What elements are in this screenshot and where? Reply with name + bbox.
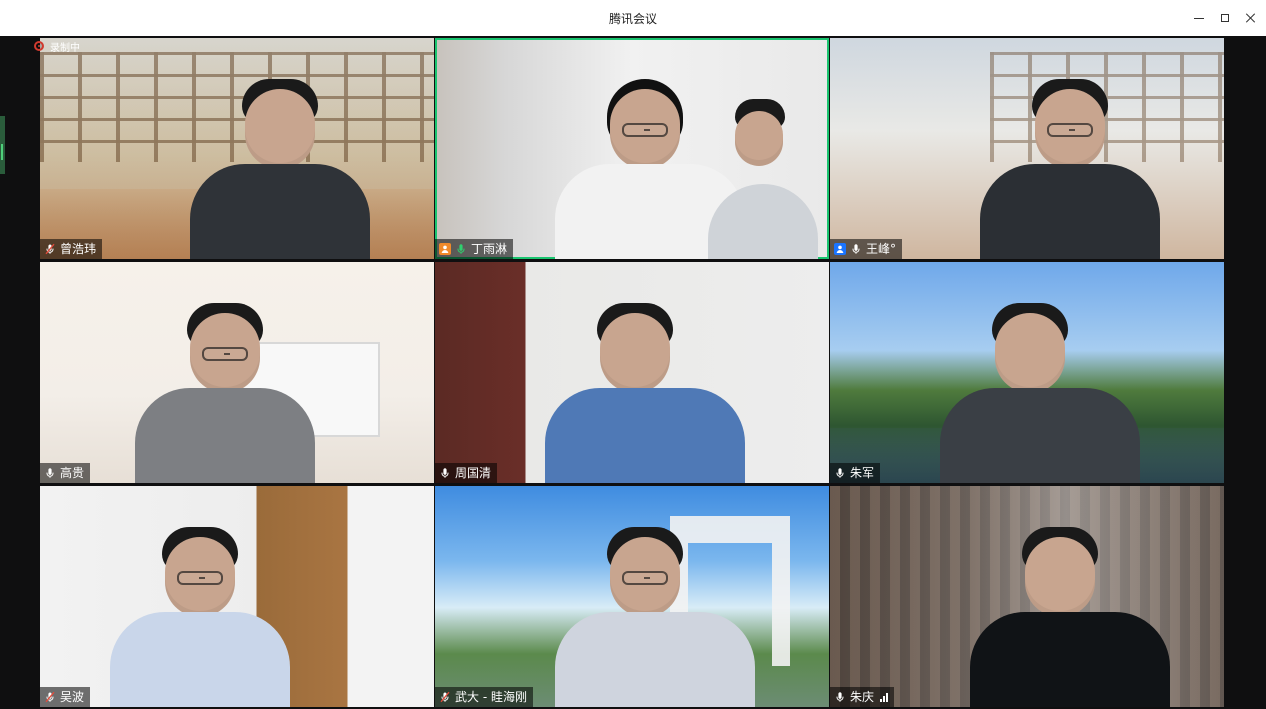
window-title: 腾讯会议 (608, 12, 657, 26)
glasses-icon (622, 123, 668, 137)
participant-video-tile[interactable]: 朱庆 (830, 486, 1224, 707)
participant-name: 朱庆 (850, 690, 875, 704)
glasses-icon (622, 571, 668, 585)
mic-icon (44, 467, 56, 479)
participant-video-tile[interactable]: 高贵 (40, 262, 434, 483)
head-shape (995, 313, 1065, 393)
host-badge-icon (834, 243, 846, 255)
mic-icon (834, 467, 846, 479)
body-shape (970, 612, 1170, 707)
participant-name-label: 吴波 (40, 687, 91, 707)
glasses-icon (1047, 123, 1093, 137)
participant-name-label: 武大 - 眭海刚 (435, 687, 533, 707)
mic-muted-icon (439, 691, 451, 703)
participant-name-label: 曾浩玮 (40, 239, 103, 259)
mic-active-icon (455, 243, 467, 255)
mic-muted-icon (44, 243, 56, 255)
minimize-button[interactable] (1186, 0, 1212, 36)
glasses-icon (177, 571, 223, 585)
participant-video-tile[interactable]: 吴波 (40, 486, 434, 707)
head-shape (600, 313, 670, 393)
participant-video-tile[interactable]: 周国清 (435, 262, 829, 483)
participant-video-tile[interactable]: 王峰° (830, 38, 1224, 259)
participant-name: 王峰° (866, 242, 897, 256)
participant-name: 朱军 (850, 466, 875, 480)
participant-video-tile[interactable]: 曾浩玮 (40, 38, 434, 259)
body-shape (940, 388, 1140, 483)
body-shape (980, 164, 1160, 259)
participant-name-label: 王峰° (830, 239, 903, 259)
glasses-icon (202, 347, 248, 361)
video-stage: 曾浩玮 丁雨淋 王峰° 高贵 周国清 朱军 吴波 武大 - 眭海刚 朱庆 (0, 36, 1266, 709)
right-side-bar (1223, 36, 1266, 709)
active-speaker-video-tile[interactable]: 丁雨淋 (435, 38, 829, 259)
participant-name-label: 丁雨淋 (435, 239, 514, 259)
head-shape (1025, 537, 1095, 617)
participant-person-background (700, 99, 820, 259)
video-grid: 曾浩玮 丁雨淋 王峰° 高贵 周国清 朱军 吴波 武大 - 眭海刚 朱庆 (40, 38, 1225, 707)
minimize-icon (1194, 17, 1204, 19)
participant-name: 曾浩玮 (60, 242, 97, 256)
mic-icon (439, 467, 451, 479)
participant-person (135, 303, 315, 483)
title-bar: 腾讯会议 (0, 0, 1266, 37)
body-shape (708, 184, 818, 259)
signal-bar (886, 693, 889, 702)
participant-person (190, 79, 370, 259)
participant-person (940, 303, 1140, 483)
body-shape (135, 388, 315, 483)
mic-icon (850, 243, 862, 255)
participant-name: 周国清 (455, 466, 492, 480)
head-shape (735, 111, 783, 166)
participant-person (110, 527, 290, 707)
participant-video-tile[interactable]: 朱军 (830, 262, 1224, 483)
participant-person (555, 527, 755, 707)
participant-person (545, 303, 745, 483)
maximize-button[interactable] (1212, 0, 1238, 36)
participant-name-label: 朱军 (830, 463, 881, 483)
signal-bar (880, 699, 883, 702)
mic-muted-icon (44, 691, 56, 703)
participant-person (980, 79, 1160, 259)
collapse-side-panel-handle[interactable] (0, 116, 5, 174)
participant-name: 高贵 (60, 466, 85, 480)
body-shape (555, 612, 755, 707)
maximize-icon (1221, 14, 1229, 22)
participant-name-label: 高贵 (40, 463, 91, 483)
participant-person (970, 527, 1170, 707)
participant-name: 吴波 (60, 690, 85, 704)
mic-icon (834, 691, 846, 703)
left-side-bar (0, 36, 40, 709)
participant-name: 武大 - 眭海刚 (455, 690, 527, 704)
body-shape (190, 164, 370, 259)
signal-bar (883, 696, 886, 702)
close-icon (1246, 13, 1256, 23)
head-shape (245, 89, 315, 169)
host-badge-icon (439, 243, 451, 255)
close-button[interactable] (1238, 0, 1264, 36)
body-shape (110, 612, 290, 707)
participant-name-label: 朱庆 (830, 687, 895, 707)
meeting-window: 腾讯会议 录制中 曾浩玮 丁雨淋 王峰° 高贵 周国清 朱军 吴波 武大 - 眭… (0, 0, 1266, 709)
participant-name: 丁雨淋 (471, 242, 508, 256)
body-shape (545, 388, 745, 483)
signal-strength-icon (880, 692, 889, 702)
participant-name-label: 周国清 (435, 463, 498, 483)
participant-video-tile[interactable]: 武大 - 眭海刚 (435, 486, 829, 707)
